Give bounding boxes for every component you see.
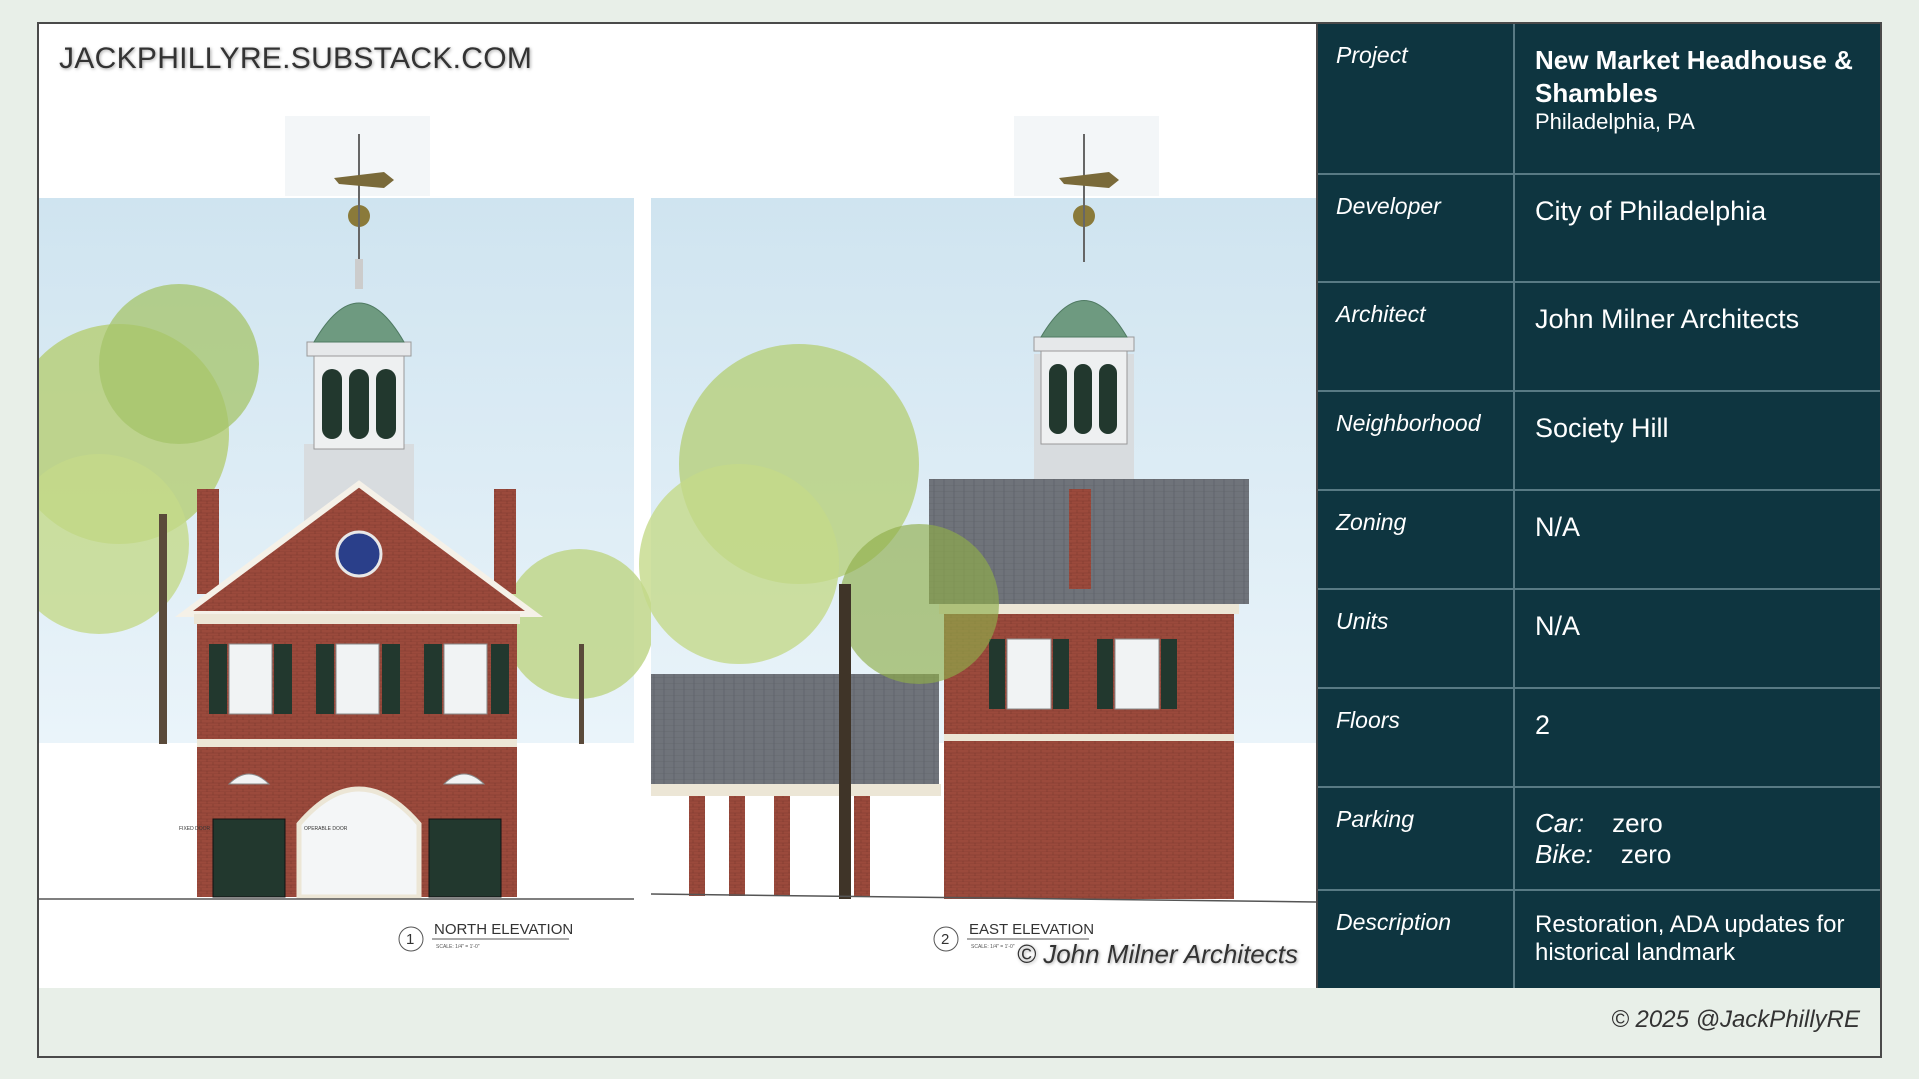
parking-car-value: zero: [1612, 808, 1663, 838]
north-elevation-label: NORTH ELEVATION: [434, 921, 573, 938]
parking-bike: Bike: zero: [1535, 839, 1866, 870]
east-elevation-number: 2: [941, 931, 949, 948]
parking-key: Parking: [1318, 788, 1515, 889]
row-units: Units N/A: [1318, 590, 1880, 689]
project-location: Philadelphia, PA: [1535, 109, 1695, 134]
row-description: Description Restoration, ADA updates for…: [1318, 891, 1880, 988]
footer-copyright: © 2025 @JackPhillyRE: [1611, 1006, 1860, 1033]
description-text: Restoration, ADA updates for historical …: [1535, 911, 1845, 966]
zoning-value: N/A: [1535, 512, 1581, 542]
north-elevation-drawing: FIXED DOOR OPERABLE DOOR 1 NORTH ELEVATI…: [39, 116, 654, 952]
east-elevation-label: EAST ELEVATION: [969, 921, 1094, 938]
units-key: Units: [1318, 590, 1515, 687]
east-elevation-scale: SCALE: 1/4" = 1'-0": [971, 944, 1015, 950]
footer-bar: © 2025 @JackPhillyRE: [39, 990, 1880, 1056]
site-url: JACKPHILLYRE.SUBSTACK.COM: [59, 42, 533, 75]
row-zoning: Zoning N/A: [1318, 491, 1880, 590]
parking-car: Car: zero: [1535, 808, 1866, 839]
units-value: N/A: [1535, 611, 1581, 641]
neighborhood-key: Neighborhood: [1318, 392, 1515, 489]
operable-door-note: OPERABLE DOOR: [304, 826, 348, 832]
parking-bike-label: Bike:: [1535, 839, 1593, 870]
row-project: Project New Market Headhouse & Shambles …: [1318, 24, 1880, 175]
row-parking: Parking Car: zero Bike: zero: [1318, 788, 1880, 891]
developer-key: Developer: [1318, 175, 1515, 281]
developer-value: City of Philadelphia: [1535, 196, 1767, 226]
north-elevation-number: 1: [406, 931, 414, 948]
row-developer: Developer City of Philadelphia: [1318, 175, 1880, 283]
project-key: Project: [1318, 24, 1515, 173]
description-key: Description: [1318, 891, 1515, 988]
row-floors: Floors 2: [1318, 689, 1880, 788]
architect-key: Architect: [1318, 283, 1515, 390]
north-elevation-scale: SCALE: 1/4" = 1'-0": [436, 944, 480, 950]
row-architect: Architect John Milner Architects: [1318, 283, 1880, 392]
architectural-elevations: FIXED DOOR OPERABLE DOOR 1 NORTH ELEVATI…: [39, 116, 1316, 952]
east-elevation-drawing: 2 EAST ELEVATION SCALE: 1/4" = 1'-0": [639, 116, 1316, 952]
image-credit: © John Milner Architects: [1016, 939, 1298, 969]
floors-key: Floors: [1318, 689, 1515, 786]
fixed-door-note: FIXED DOOR: [179, 826, 211, 832]
parking-car-label: Car:: [1535, 808, 1585, 838]
project-info-table: Project New Market Headhouse & Shambles …: [1318, 24, 1880, 988]
rendering-panel: JACKPHILLYRE.SUBSTACK.COM FIXED DOOR OPE…: [39, 24, 1318, 988]
neighborhood-value: Society Hill: [1535, 413, 1669, 443]
description-value: Restoration, ADA updates for historical …: [1517, 891, 1880, 988]
zoning-key: Zoning: [1318, 491, 1515, 588]
architect-value: John Milner Architects: [1535, 304, 1800, 334]
parking-value: Car: zero Bike: zero: [1517, 788, 1880, 889]
project-value: New Market Headhouse & Shambles Philadel…: [1517, 24, 1880, 173]
parking-bike-value: zero: [1620, 839, 1672, 870]
project-name: New Market Headhouse & Shambles: [1535, 45, 1853, 108]
row-neighborhood: Neighborhood Society Hill: [1318, 392, 1880, 491]
floors-value: 2: [1535, 710, 1551, 740]
